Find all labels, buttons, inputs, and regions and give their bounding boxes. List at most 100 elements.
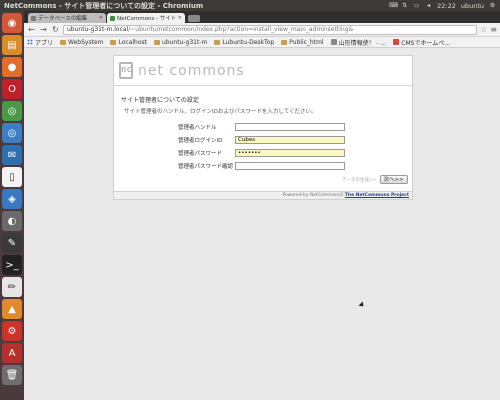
bookmark-label: アプリ — [35, 39, 54, 47]
section-title: サイト管理者についての設定 — [121, 97, 199, 104]
install-panel: nc net commons サイト管理者についての設定 サイト管理者のハンドル… — [113, 55, 413, 192]
bookmark-label: 山形情報使！ - ... — [338, 39, 387, 47]
terminal-icon[interactable]: >_ — [2, 255, 22, 275]
top-panel: NetCommons - サイト管理者についての設定 - Chromium ⌨ … — [0, 0, 500, 11]
page-footer: Powered by NetCommons2 The NetCommons Pr… — [113, 192, 413, 200]
chromium-icon[interactable]: ◎ — [2, 123, 22, 143]
folder-icon — [281, 39, 288, 45]
bookmark-ubuntu-g31t-m[interactable]: ubuntu-g31t-m — [154, 39, 207, 46]
network-icon[interactable]: ⇅ — [401, 2, 408, 9]
battery-icon[interactable]: ▭ — [413, 2, 420, 9]
power-icon[interactable]: ⚙ — [489, 2, 496, 9]
apps-icon — [27, 39, 33, 45]
clock[interactable]: 22:22 — [437, 2, 456, 10]
folder-icon — [214, 39, 221, 45]
password-input[interactable]: ••••••• — [235, 148, 345, 157]
bookmark-label: ubuntu-g31t-m — [162, 38, 208, 46]
netcommons-logo-mark: nc — [119, 62, 133, 79]
site-icon — [330, 39, 337, 45]
address-bar[interactable]: ubuntu-g31t-m.local/~ubuntu/netcommon/in… — [63, 24, 478, 35]
files-icon[interactable]: ▤ — [2, 35, 22, 55]
folder-icon — [154, 39, 160, 45]
dash-icon[interactable]: ◉ — [2, 13, 22, 33]
thunderbird-icon[interactable]: ✉ — [2, 145, 22, 165]
login-id-label: 管理者ログインID — [178, 137, 223, 144]
update-manager-icon[interactable]: A — [2, 343, 22, 363]
tab-label: NetCommons - サイト管理 — [117, 16, 176, 22]
handle-input[interactable] — [235, 122, 345, 131]
browser-toolbar: ← → ↻ ubuntu-g31t-m.local/~ubuntu/netcom… — [24, 23, 500, 37]
tab-favicon-icon — [31, 15, 36, 21]
bookmarks-bar: アプリ WebSystem Localhost ubuntu-g31t-m Lu… — [24, 37, 500, 48]
netcommons-project-link[interactable]: The NetCommons Project — [345, 193, 409, 198]
netcommons-header: nc net commons — [114, 56, 412, 86]
bookmark-star-icon[interactable]: ☆ — [480, 25, 487, 34]
form-row-handle: 管理者ハンドル — [178, 120, 345, 133]
firefox-icon[interactable]: ● — [2, 57, 22, 77]
reload-icon[interactable]: ↻ — [51, 25, 60, 34]
action-row: データの生成>> 次へ>> — [342, 175, 408, 184]
forward-icon[interactable]: → — [39, 25, 48, 34]
form-row-password: 管理者パスワード ••••••• — [178, 146, 345, 159]
admin-form: 管理者ハンドル 管理者ログインID Cubes 管理者パスワード •••••••… — [178, 120, 345, 172]
software-center-icon[interactable]: ◈ — [2, 189, 22, 209]
document-icon[interactable]: ▯ — [2, 167, 22, 187]
system-tray: ⌨ ⇅ ▭ ◂ 22:22 ubuntu ⚙ — [389, 2, 496, 10]
folder-icon — [60, 39, 67, 45]
keyboard-icon[interactable]: ⌨ — [389, 2, 398, 9]
bookmark-label: Localhost — [118, 38, 147, 46]
bookmark-public-html[interactable]: Public_html — [281, 38, 324, 46]
bookmark-websystem[interactable]: WebSystem — [60, 39, 103, 46]
folder-icon — [110, 39, 117, 45]
tab-favicon-icon — [110, 15, 115, 21]
next-button[interactable]: 次へ>> — [379, 175, 408, 184]
form-row-login: 管理者ログインID Cubes — [178, 133, 345, 146]
mouse-pointer-icon — [358, 301, 366, 309]
launcher: ◉ ▤ ● O ◎ ◎ ✉ ▯ ◈ ◐ ✎ >_ ✏ ▲ ⚙ A 🗑 — [0, 11, 24, 400]
close-tab-icon[interactable]: ✕ — [99, 15, 103, 21]
form-row-confirm: 管理者パスワード確認 — [178, 159, 345, 172]
page-viewport: nc net commons サイト管理者についての設定 サイト管理者のハンドル… — [24, 49, 500, 400]
site-icon — [393, 39, 400, 45]
opera-icon[interactable]: O — [2, 79, 22, 99]
new-tab-button[interactable] — [188, 15, 200, 22]
bookmark-cms[interactable]: CMSでホームペ... — [393, 38, 450, 47]
vlc-icon[interactable]: ▲ — [2, 299, 22, 319]
chrome-icon[interactable]: ◎ — [2, 101, 22, 121]
settings-icon[interactable]: ⚙ — [2, 321, 22, 341]
url-path: /~ubuntu/netcommon/index.php?action=inst… — [128, 26, 354, 33]
window-title: NetCommons - サイト管理者についての設定 - Chromium — [4, 1, 204, 10]
handle-label: 管理者ハンドル — [178, 124, 217, 131]
user-name[interactable]: ubuntu — [461, 2, 484, 10]
bookmark-yamagata[interactable]: 山形情報使！ - ... — [330, 38, 387, 47]
trash-icon[interactable]: 🗑 — [2, 365, 22, 385]
password-confirm-label: 管理者パスワード確認 — [178, 163, 234, 170]
login-id-input[interactable]: Cubes — [235, 135, 345, 144]
close-tab-icon[interactable]: ✕ — [178, 15, 182, 21]
section-description: サイト管理者のハンドル、ログインIDおよびパスワードを入力してください。 — [124, 109, 317, 115]
text-editor-icon[interactable]: ✏ — [2, 277, 22, 297]
netcommons-logo-text: net commons — [138, 62, 245, 79]
bookmark-localhost[interactable]: Localhost — [110, 39, 147, 46]
menu-icon[interactable]: ≡ — [490, 25, 497, 34]
bookmark-label: Public_html — [289, 38, 324, 46]
volume-icon[interactable]: ◂ — [425, 2, 432, 9]
data-generation-hint: データの生成>> — [342, 177, 377, 183]
tab-database-edit[interactable]: データベースの編集 ✕ — [28, 13, 106, 23]
footer-powered-by: Powered by NetCommons2 — [282, 193, 344, 198]
bookmark-apps[interactable]: アプリ — [27, 38, 53, 47]
bookmark-label: CMSでホームペ... — [401, 39, 451, 47]
gimp-icon[interactable]: ✎ — [2, 233, 22, 253]
bookmark-lubuntu-desktop[interactable]: Lubuntu-DeskTop — [214, 39, 274, 46]
tab-strip: データベースの編集 ✕ NetCommons - サイト管理 ✕ — [24, 11, 500, 23]
browser-window: データベースの編集 ✕ NetCommons - サイト管理 ✕ ← → ↻ u… — [24, 11, 500, 400]
password-confirm-input[interactable] — [235, 161, 345, 170]
bookmark-label: Lubuntu-DeskTop — [222, 38, 275, 46]
eclipse-icon[interactable]: ◐ — [2, 211, 22, 231]
url-host: ubuntu-g31t-m.local — [67, 26, 129, 33]
back-icon[interactable]: ← — [27, 25, 36, 34]
tab-netcommons[interactable]: NetCommons - サイト管理 ✕ — [107, 13, 185, 23]
tab-label: データベースの編集 — [38, 16, 88, 22]
password-label: 管理者パスワード — [178, 150, 223, 157]
bookmark-label: WebSystem — [68, 38, 104, 46]
